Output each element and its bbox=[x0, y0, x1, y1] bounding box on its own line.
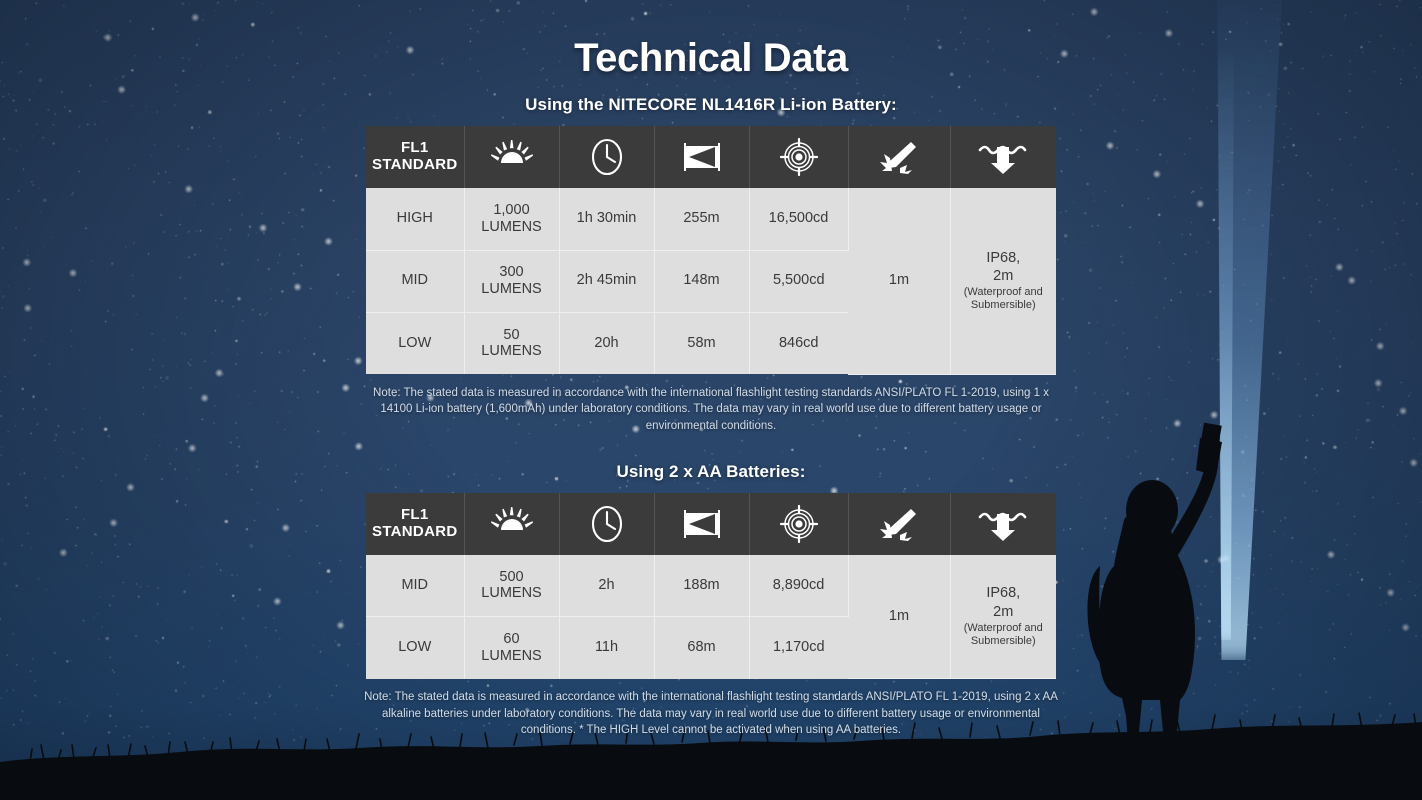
note-li-ion: Note: The stated data is measured in acc… bbox=[373, 386, 1049, 432]
cell-water-resistance: IP68, 2m (Waterproof and Submersible) bbox=[950, 188, 1056, 375]
table-row: MID 500 LUMENS 2h 188m 8,890cd 1m IP68, 2… bbox=[366, 554, 1056, 680]
water-resistance-icon bbox=[978, 145, 1027, 174]
cell-lumens: 500 LUMENS bbox=[464, 554, 560, 618]
cell-lumens: 300 LUMENS bbox=[464, 250, 560, 313]
cell-distance: 255m bbox=[654, 188, 750, 251]
lumens-value: 500 bbox=[499, 568, 524, 585]
header-impact-resistance bbox=[848, 492, 951, 555]
ip-description: (Waterproof and Submersible) bbox=[963, 621, 1043, 647]
beam-distance-icon bbox=[683, 509, 720, 538]
cell-lumens: 50 LUMENS bbox=[464, 312, 560, 374]
impact-resistance-icon bbox=[880, 142, 916, 174]
beam-distance-icon bbox=[683, 143, 720, 171]
cell-runtime: 1h 30min bbox=[559, 188, 655, 251]
cell-intensity: 1,170cd bbox=[749, 616, 848, 679]
lumens-unit: LUMENS bbox=[481, 585, 542, 602]
section-title-li-ion: Using the NITECORE NL1416R Li-ion Batter… bbox=[525, 95, 897, 114]
clock-runtime-icon bbox=[591, 138, 622, 176]
table-row: HIGH 1,000 LUMENS 1h 30min 255m 16,500cd … bbox=[366, 188, 1056, 375]
cell-runtime: 2h 45min bbox=[559, 250, 655, 313]
cell-impact-resistance: 1m bbox=[848, 554, 951, 680]
lumens-value: 300 bbox=[499, 264, 524, 281]
fl1-line2: STANDARD bbox=[372, 156, 458, 173]
cell-runtime: 2h bbox=[559, 554, 655, 618]
fl1-line1: FL1 bbox=[400, 139, 429, 157]
ip-rating: IP68, bbox=[986, 249, 1021, 266]
header-runtime bbox=[559, 126, 655, 188]
cell-water-resistance: IP68, 2m (Waterproof and Submersible) bbox=[950, 554, 1056, 680]
cell-mode: HIGH bbox=[366, 188, 465, 251]
header-lumens bbox=[464, 492, 560, 555]
cell-impact-resistance: 1m bbox=[848, 188, 951, 375]
fl1-line1: FL1 bbox=[400, 505, 429, 523]
cell-distance: 188m bbox=[654, 554, 750, 618]
cell-distance: 148m bbox=[654, 250, 750, 313]
section-title-aa: Using 2 x AA Batteries: bbox=[616, 461, 806, 481]
lumens-unit: LUMENS bbox=[481, 343, 542, 360]
target-peak-intensity-icon bbox=[779, 504, 818, 543]
header-impact-resistance bbox=[848, 126, 951, 188]
cell-intensity: 16,500cd bbox=[749, 188, 849, 251]
cell-lumens: 60 LUMENS bbox=[464, 616, 560, 679]
cell-runtime: 11h bbox=[559, 616, 655, 679]
note-aa: Note: The stated data is measured in acc… bbox=[364, 691, 1058, 737]
lumens-value: 1,000 bbox=[493, 202, 530, 219]
lumens-unit: LUMENS bbox=[481, 218, 542, 235]
ip-description: (Waterproof and Submersible) bbox=[963, 286, 1043, 312]
impact-resistance-icon bbox=[880, 508, 916, 541]
cell-intensity: 8,890cd bbox=[749, 554, 849, 618]
cell-distance: 68m bbox=[654, 616, 750, 679]
fl1-line2: STANDARD bbox=[372, 522, 458, 540]
spec-table-aa: FL1 STANDARD MID 500 LUMENS 2h 188m 8,89… bbox=[366, 492, 1056, 680]
cell-distance: 58m bbox=[654, 312, 750, 374]
header-beam-distance bbox=[654, 126, 750, 188]
cell-mode: MID bbox=[366, 250, 465, 313]
header-beam-distance bbox=[654, 492, 750, 555]
lumens-unit: LUMENS bbox=[481, 647, 542, 664]
table-header-row: FL1 STANDARD bbox=[366, 492, 1056, 555]
water-resistance-icon bbox=[978, 512, 1027, 541]
cell-mode: LOW bbox=[366, 616, 465, 679]
lumens-value: 50 bbox=[503, 326, 520, 343]
technical-data-page: Technical Data Using the NITECORE NL1416… bbox=[0, 0, 1422, 800]
table-header-row: FL1 STANDARD bbox=[366, 126, 1056, 188]
cell-mode: MID bbox=[366, 554, 465, 618]
sunburst-lumens-icon bbox=[490, 506, 533, 530]
lumens-value: 60 bbox=[503, 631, 520, 648]
header-peak-intensity bbox=[749, 492, 849, 555]
header-fl1-standard: FL1 STANDARD bbox=[366, 492, 465, 555]
lumens-unit: LUMENS bbox=[481, 281, 542, 297]
cell-lumens: 1,000 LUMENS bbox=[464, 188, 560, 251]
header-water-resistance bbox=[950, 492, 1056, 555]
header-water-resistance bbox=[950, 126, 1056, 188]
target-peak-intensity-icon bbox=[779, 137, 818, 177]
cell-mode: LOW bbox=[366, 312, 465, 374]
clock-runtime-icon bbox=[591, 505, 622, 542]
cell-intensity: 846cd bbox=[749, 312, 848, 374]
cell-runtime: 20h bbox=[559, 312, 655, 374]
page-title: Technical Data bbox=[574, 36, 848, 80]
spec-table-li-ion: FL1 STANDARD HIGH 1,000 LUMENS 1h 30min … bbox=[366, 126, 1056, 375]
header-runtime bbox=[559, 492, 655, 555]
cell-intensity: 5,500cd bbox=[749, 250, 848, 313]
sunburst-lumens-icon bbox=[490, 140, 533, 163]
ip-depth: 2m bbox=[993, 268, 1014, 285]
header-peak-intensity bbox=[749, 126, 849, 188]
ip-rating: IP68, bbox=[986, 585, 1021, 602]
header-lumens bbox=[464, 126, 560, 188]
ip-depth: 2m bbox=[993, 603, 1014, 620]
header-fl1-standard: FL1 STANDARD bbox=[366, 126, 465, 188]
